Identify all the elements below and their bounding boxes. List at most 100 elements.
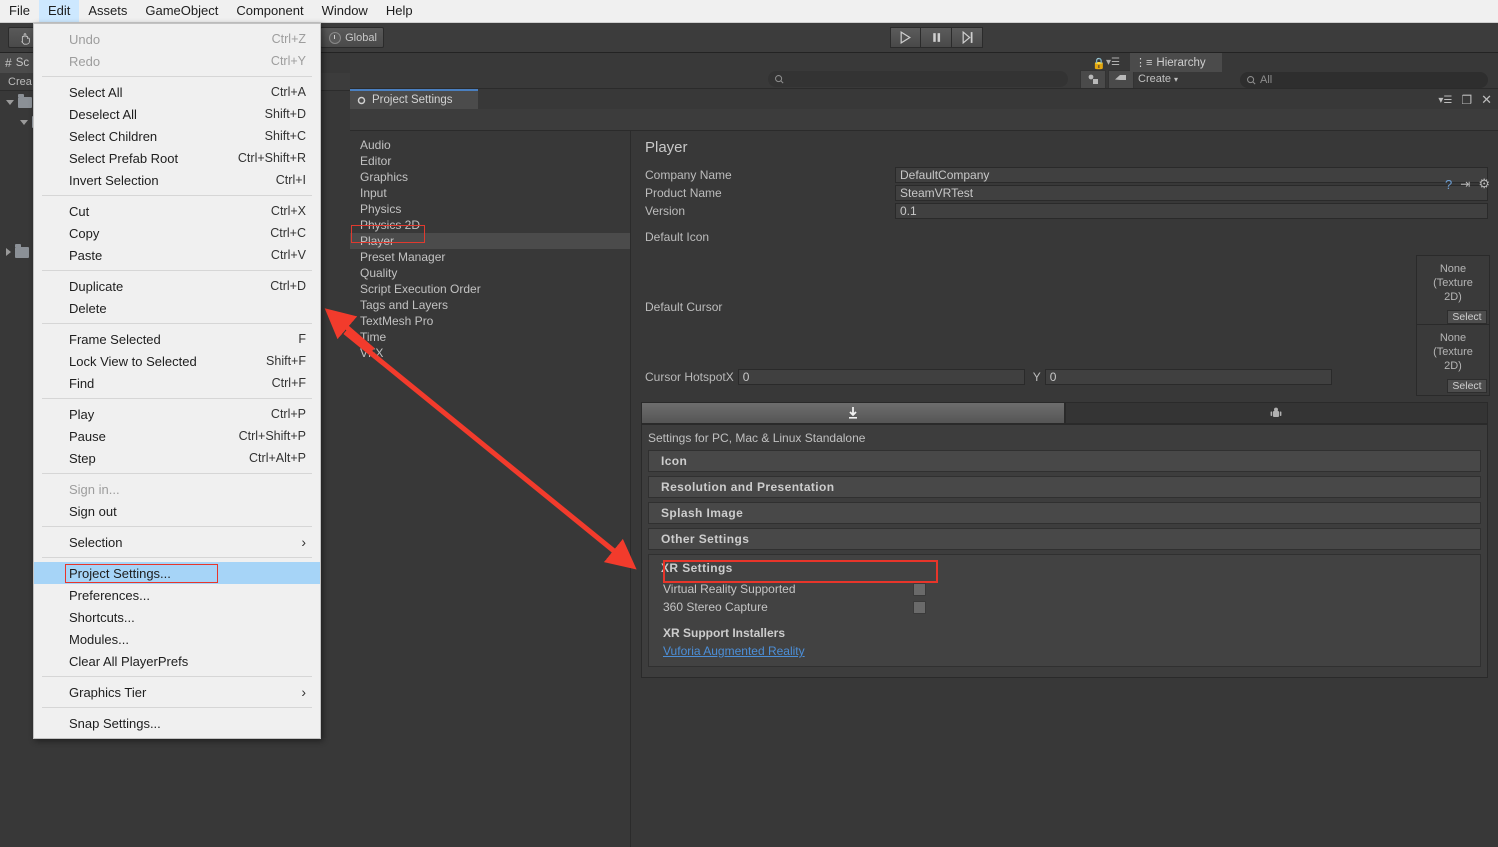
chevron-down-icon: ▾ xyxy=(1174,74,1179,84)
project-settings-toolbar xyxy=(350,109,1498,148)
settings-category-physics[interactable]: Physics xyxy=(350,201,630,217)
menu-item-project-settings[interactable]: Project Settings... xyxy=(34,562,320,584)
layers-button[interactable] xyxy=(1080,70,1106,89)
hotspot-x-input[interactable]: 0 xyxy=(737,369,1025,385)
hotspot-y-input[interactable]: 0 xyxy=(1044,369,1332,385)
version-input[interactable]: 0.1 xyxy=(895,203,1488,219)
menu-item-copy[interactable]: Copy Ctrl+C xyxy=(34,222,320,244)
section-splash-image[interactable]: Splash Image xyxy=(648,502,1481,524)
chevron-down-icon[interactable] xyxy=(20,119,28,125)
default-cursor-texture-slot[interactable]: None (Texture 2D) Select xyxy=(1416,324,1490,396)
play-button[interactable] xyxy=(890,27,921,48)
menu-item-clear-all-playerprefs[interactable]: Clear All PlayerPrefs xyxy=(34,650,320,672)
virtual-reality-supported-checkbox[interactable] xyxy=(913,582,926,596)
menu-separator xyxy=(42,398,312,399)
virtual-reality-supported-label: Virtual Reality Supported xyxy=(663,582,796,596)
tab-project-settings[interactable]: Project Settings xyxy=(350,89,478,109)
menu-item-window[interactable]: Window xyxy=(313,0,377,22)
menu-item-label: Select All xyxy=(69,84,123,100)
menu-item-help[interactable]: Help xyxy=(377,0,422,22)
menu-item-duplicate[interactable]: Duplicate Ctrl+D xyxy=(34,275,320,297)
settings-category-editor[interactable]: Editor xyxy=(350,153,630,169)
menu-item-step[interactable]: Step Ctrl+Alt+P xyxy=(34,447,320,469)
menu-item-find[interactable]: Find Ctrl+F xyxy=(34,372,320,394)
menu-item-shortcut: Shift+C xyxy=(264,129,306,143)
menu-item-assets[interactable]: Assets xyxy=(79,0,136,22)
menu-item-shortcut: Ctrl+D xyxy=(270,279,306,293)
menu-item-preferences[interactable]: Preferences... xyxy=(34,584,320,606)
platform-tab-android[interactable] xyxy=(1064,402,1488,424)
maximize-icon[interactable]: ❐ xyxy=(1461,93,1472,107)
settings-category-quality[interactable]: Quality xyxy=(350,265,630,281)
tab-hierarchy[interactable]: ⋮≡ Hierarchy xyxy=(1130,53,1222,72)
chevron-down-icon[interactable] xyxy=(6,99,14,105)
settings-category-audio[interactable]: Audio xyxy=(350,137,630,153)
default-icon-select-button[interactable]: Select xyxy=(1447,310,1487,324)
section-other-settings[interactable]: Other Settings xyxy=(648,528,1481,550)
menu-item-gameobject[interactable]: GameObject xyxy=(136,0,227,22)
settings-category-input[interactable]: Input xyxy=(350,185,630,201)
settings-category-time[interactable]: Time xyxy=(350,329,630,345)
close-icon[interactable]: ✕ xyxy=(1481,92,1492,108)
menu-item-sign-out[interactable]: Sign out xyxy=(34,500,320,522)
menu-item-play[interactable]: Play Ctrl+P xyxy=(34,403,320,425)
menu-separator xyxy=(42,76,312,77)
settings-category-tags-and-layers[interactable]: Tags and Layers xyxy=(350,297,630,313)
gear-icon[interactable]: ⚙ xyxy=(1478,176,1490,192)
lock-icon[interactable]: 🔒 xyxy=(1092,57,1106,70)
default-cursor-none-line3: 2D) xyxy=(1444,360,1462,372)
help-icon[interactable]: ? xyxy=(1445,177,1452,192)
menu-item-select-prefab-root[interactable]: Select Prefab Root Ctrl+Shift+R xyxy=(34,147,320,169)
menu-item-snap-settings[interactable]: Snap Settings... xyxy=(34,712,320,734)
panel-menu-icon[interactable]: ▾☰ xyxy=(1106,57,1120,68)
menu-item-modules[interactable]: Modules... xyxy=(34,628,320,650)
settings-category-list: Audio Editor Graphics Input Physics Phys… xyxy=(350,131,631,847)
vuforia-augmented-reality-link[interactable]: Vuforia Augmented Reality xyxy=(649,644,805,658)
settings-category-player[interactable]: Player xyxy=(350,233,630,249)
menu-item-deselect-all[interactable]: Deselect All Shift+D xyxy=(34,103,320,125)
settings-category-vfx[interactable]: VFX xyxy=(350,345,630,361)
default-cursor-select-button[interactable]: Select xyxy=(1447,379,1487,393)
menu-item-paste[interactable]: Paste Ctrl+V xyxy=(34,244,320,266)
step-button[interactable] xyxy=(952,27,983,48)
menu-item-lock-view-to-selected[interactable]: Lock View to Selected Shift+F xyxy=(34,350,320,372)
menu-item-delete[interactable]: Delete xyxy=(34,297,320,319)
xr-support-installers-title: XR Support Installers xyxy=(663,626,786,640)
menu-item-selection[interactable]: Selection › xyxy=(34,531,320,553)
settings-category-graphics[interactable]: Graphics xyxy=(350,169,630,185)
menu-item-select-all[interactable]: Select All Ctrl+A xyxy=(34,81,320,103)
pause-button[interactable] xyxy=(921,27,952,48)
menu-item-frame-selected[interactable]: Frame Selected F xyxy=(34,328,320,350)
window-controls: ▾☰ ❐ ✕ xyxy=(1438,92,1492,108)
settings-category-script-execution-order[interactable]: Script Execution Order xyxy=(350,281,630,297)
hierarchy-create-button[interactable]: Create ▾ xyxy=(1138,73,1178,85)
product-name-input[interactable]: SteamVRTest xyxy=(895,185,1488,201)
platform-tab-standalone[interactable] xyxy=(641,402,1065,424)
menu-item-invert-selection[interactable]: Invert Selection Ctrl+I xyxy=(34,169,320,191)
grid-icon: # xyxy=(5,56,12,70)
section-resolution-and-presentation[interactable]: Resolution and Presentation xyxy=(648,476,1481,498)
menu-item-component[interactable]: Component xyxy=(227,0,312,22)
default-icon-texture-slot[interactable]: None (Texture 2D) Select xyxy=(1416,255,1490,327)
menu-item-cut[interactable]: Cut Ctrl+X xyxy=(34,200,320,222)
tag-button[interactable] xyxy=(1108,70,1134,89)
project-search-input[interactable] xyxy=(768,71,1068,87)
hierarchy-search-input[interactable]: All xyxy=(1240,72,1488,88)
company-name-input[interactable]: DefaultCompany xyxy=(895,167,1488,183)
chevron-right-icon[interactable] xyxy=(6,248,11,256)
pivot-rotation-button[interactable]: Global xyxy=(320,27,384,48)
menu-item-pause[interactable]: Pause Ctrl+Shift+P xyxy=(34,425,320,447)
settings-category-preset-manager[interactable]: Preset Manager xyxy=(350,249,630,265)
preset-icon[interactable]: ⇥ xyxy=(1460,177,1470,191)
stereo-capture-checkbox[interactable] xyxy=(913,600,926,614)
settings-category-physics-2d[interactable]: Physics 2D xyxy=(350,217,630,233)
settings-category-textmesh-pro[interactable]: TextMesh Pro xyxy=(350,313,630,329)
menu-item-graphics-tier[interactable]: Graphics Tier › xyxy=(34,681,320,703)
menu-item-edit[interactable]: Edit xyxy=(38,0,80,22)
menu-item-file[interactable]: File xyxy=(0,0,39,22)
menu-item-select-children[interactable]: Select Children Shift+C xyxy=(34,125,320,147)
menu-item-shortcuts[interactable]: Shortcuts... xyxy=(34,606,320,628)
play-icon xyxy=(900,31,911,44)
panel-menu-icon[interactable]: ▾☰ xyxy=(1438,95,1452,106)
section-icon[interactable]: Icon xyxy=(648,450,1481,472)
